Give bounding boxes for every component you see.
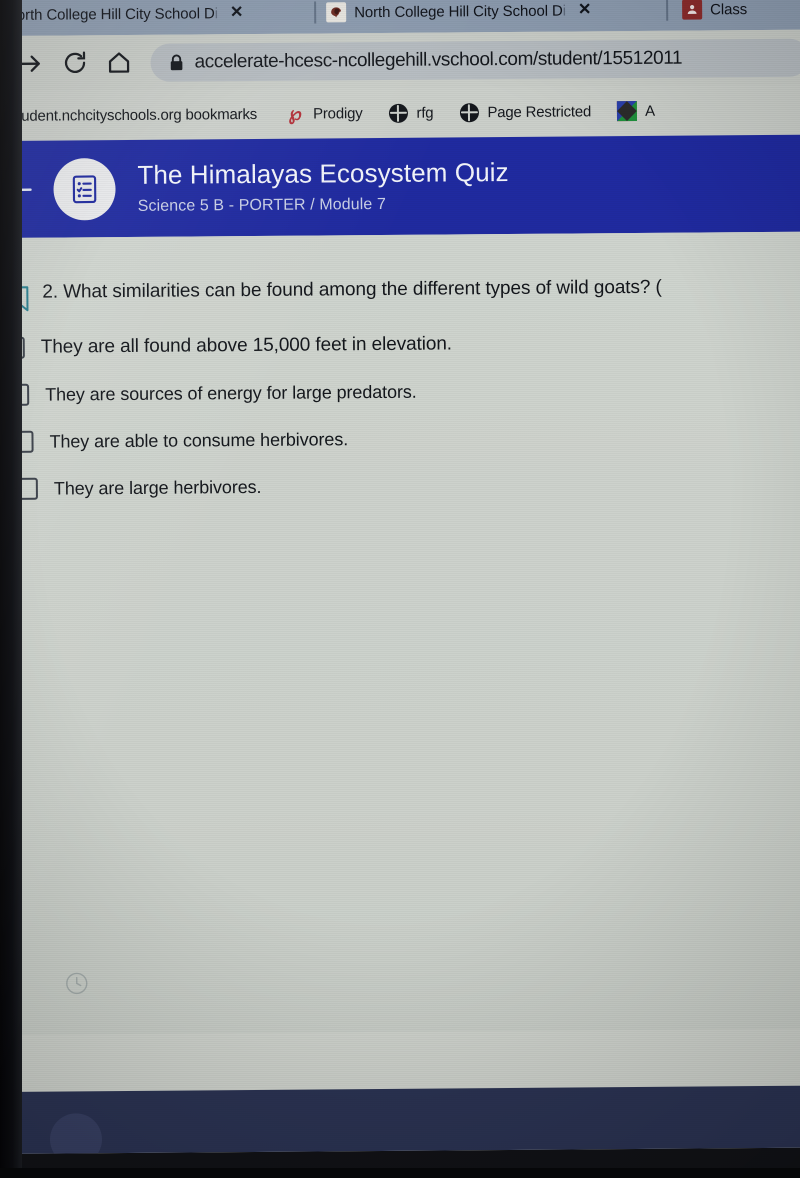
bookmark-item-folder[interactable]: student.nchcityschools.org bookmarks bbox=[1, 89, 266, 141]
prodigy-icon: ℘ bbox=[288, 103, 302, 125]
bookmarks-bar: student.nchcityschools.org bookmarks ℘ P… bbox=[0, 84, 800, 141]
tab-divider bbox=[666, 0, 669, 21]
quiz-header: The Himalayas Ecosystem Quiz Science 5 B… bbox=[0, 134, 800, 238]
bookmark-label: rfg bbox=[416, 104, 434, 122]
browser-tab-1-title: North College Hill City School Di bbox=[6, 4, 219, 24]
browser-toolbar: accelerate-hcesc-ncollegehill.vschool.co… bbox=[0, 29, 800, 91]
question-text: 2. What similarities can be found among … bbox=[42, 276, 662, 303]
browser-tab-1[interactable]: North College Hill City School Di ✕ bbox=[0, 0, 314, 36]
browser-tab-2[interactable]: North College Hill City School Di ✕ bbox=[316, 0, 666, 33]
answer-option-2-label: They are sources of energy for large pre… bbox=[45, 381, 417, 405]
device-bezel-bottom bbox=[0, 1168, 800, 1178]
quiz-content: 2. What similarities can be found among … bbox=[0, 231, 800, 1035]
breadcrumb: Science 5 B - PORTER / Module 7 bbox=[137, 195, 386, 215]
home-icon[interactable] bbox=[96, 40, 140, 84]
device-bezel-left bbox=[0, 0, 22, 1178]
page-title: The Himalayas Ecosystem Quiz bbox=[137, 156, 509, 190]
quiz-clipboard-icon bbox=[53, 157, 116, 221]
bookmark-item-rfg[interactable]: rfg bbox=[371, 87, 442, 138]
device-navigation-bar bbox=[4, 1085, 800, 1154]
close-icon[interactable]: ✕ bbox=[230, 4, 244, 21]
browser-tab-3[interactable]: Class bbox=[668, 0, 751, 31]
bookmark-label: A bbox=[645, 102, 656, 120]
address-bar-url: accelerate-hcesc-ncollegehill.vschool.co… bbox=[194, 47, 683, 72]
answer-option-3-label: They are able to consume herbivores. bbox=[49, 428, 349, 452]
bookmark-item-prodigy[interactable]: ℘ Prodigy bbox=[266, 88, 372, 139]
bookmark-folder-label: student.nchcityschools.org bookmarks bbox=[9, 105, 258, 125]
answer-options: They are all found above 15,000 feet in … bbox=[0, 331, 800, 500]
bookmark-item-a[interactable]: A bbox=[600, 86, 664, 136]
globe-icon bbox=[458, 101, 480, 123]
answer-option-2[interactable]: They are sources of energy for large pre… bbox=[0, 378, 800, 406]
quiz-header-text: The Himalayas Ecosystem Quiz Science 5 B… bbox=[137, 156, 509, 216]
browser-tab-2-title: North College Hill City School Di bbox=[354, 2, 566, 21]
question-row: 2. What similarities can be found among … bbox=[0, 232, 800, 313]
close-icon[interactable]: ✕ bbox=[578, 1, 592, 18]
clock-icon[interactable] bbox=[64, 970, 90, 996]
google-classroom-favicon bbox=[682, 0, 703, 20]
home-button-icon[interactable] bbox=[49, 1113, 103, 1154]
photographed-screen: North College Hill City School Di ✕ Nort… bbox=[0, 0, 800, 1178]
answer-option-4-label: They are large herbivores. bbox=[53, 476, 262, 499]
answer-option-4[interactable]: They are large herbivores. bbox=[0, 472, 800, 500]
address-bar[interactable]: accelerate-hcesc-ncollegehill.vschool.co… bbox=[150, 38, 800, 82]
tab-divider bbox=[314, 1, 317, 24]
lock-icon bbox=[168, 53, 184, 71]
reload-icon[interactable] bbox=[52, 41, 96, 85]
bookmark-item-page-restricted[interactable]: Page Restricted bbox=[442, 86, 600, 137]
answer-option-1-label: They are all found above 15,000 feet in … bbox=[40, 333, 453, 358]
bookmark-label: Prodigy bbox=[312, 104, 363, 123]
spartan-helmet-favicon bbox=[326, 2, 347, 23]
bookmark-label: Page Restricted bbox=[487, 102, 592, 121]
answer-option-1[interactable]: They are all found above 15,000 feet in … bbox=[0, 331, 800, 359]
browser-window: North College Hill City School Di ✕ Nort… bbox=[0, 0, 800, 1154]
browser-tab-3-title: Class bbox=[710, 0, 748, 18]
color-tile-icon bbox=[616, 100, 638, 122]
answer-option-3[interactable]: They are able to consume herbivores. bbox=[0, 425, 800, 453]
globe-icon bbox=[387, 102, 409, 124]
